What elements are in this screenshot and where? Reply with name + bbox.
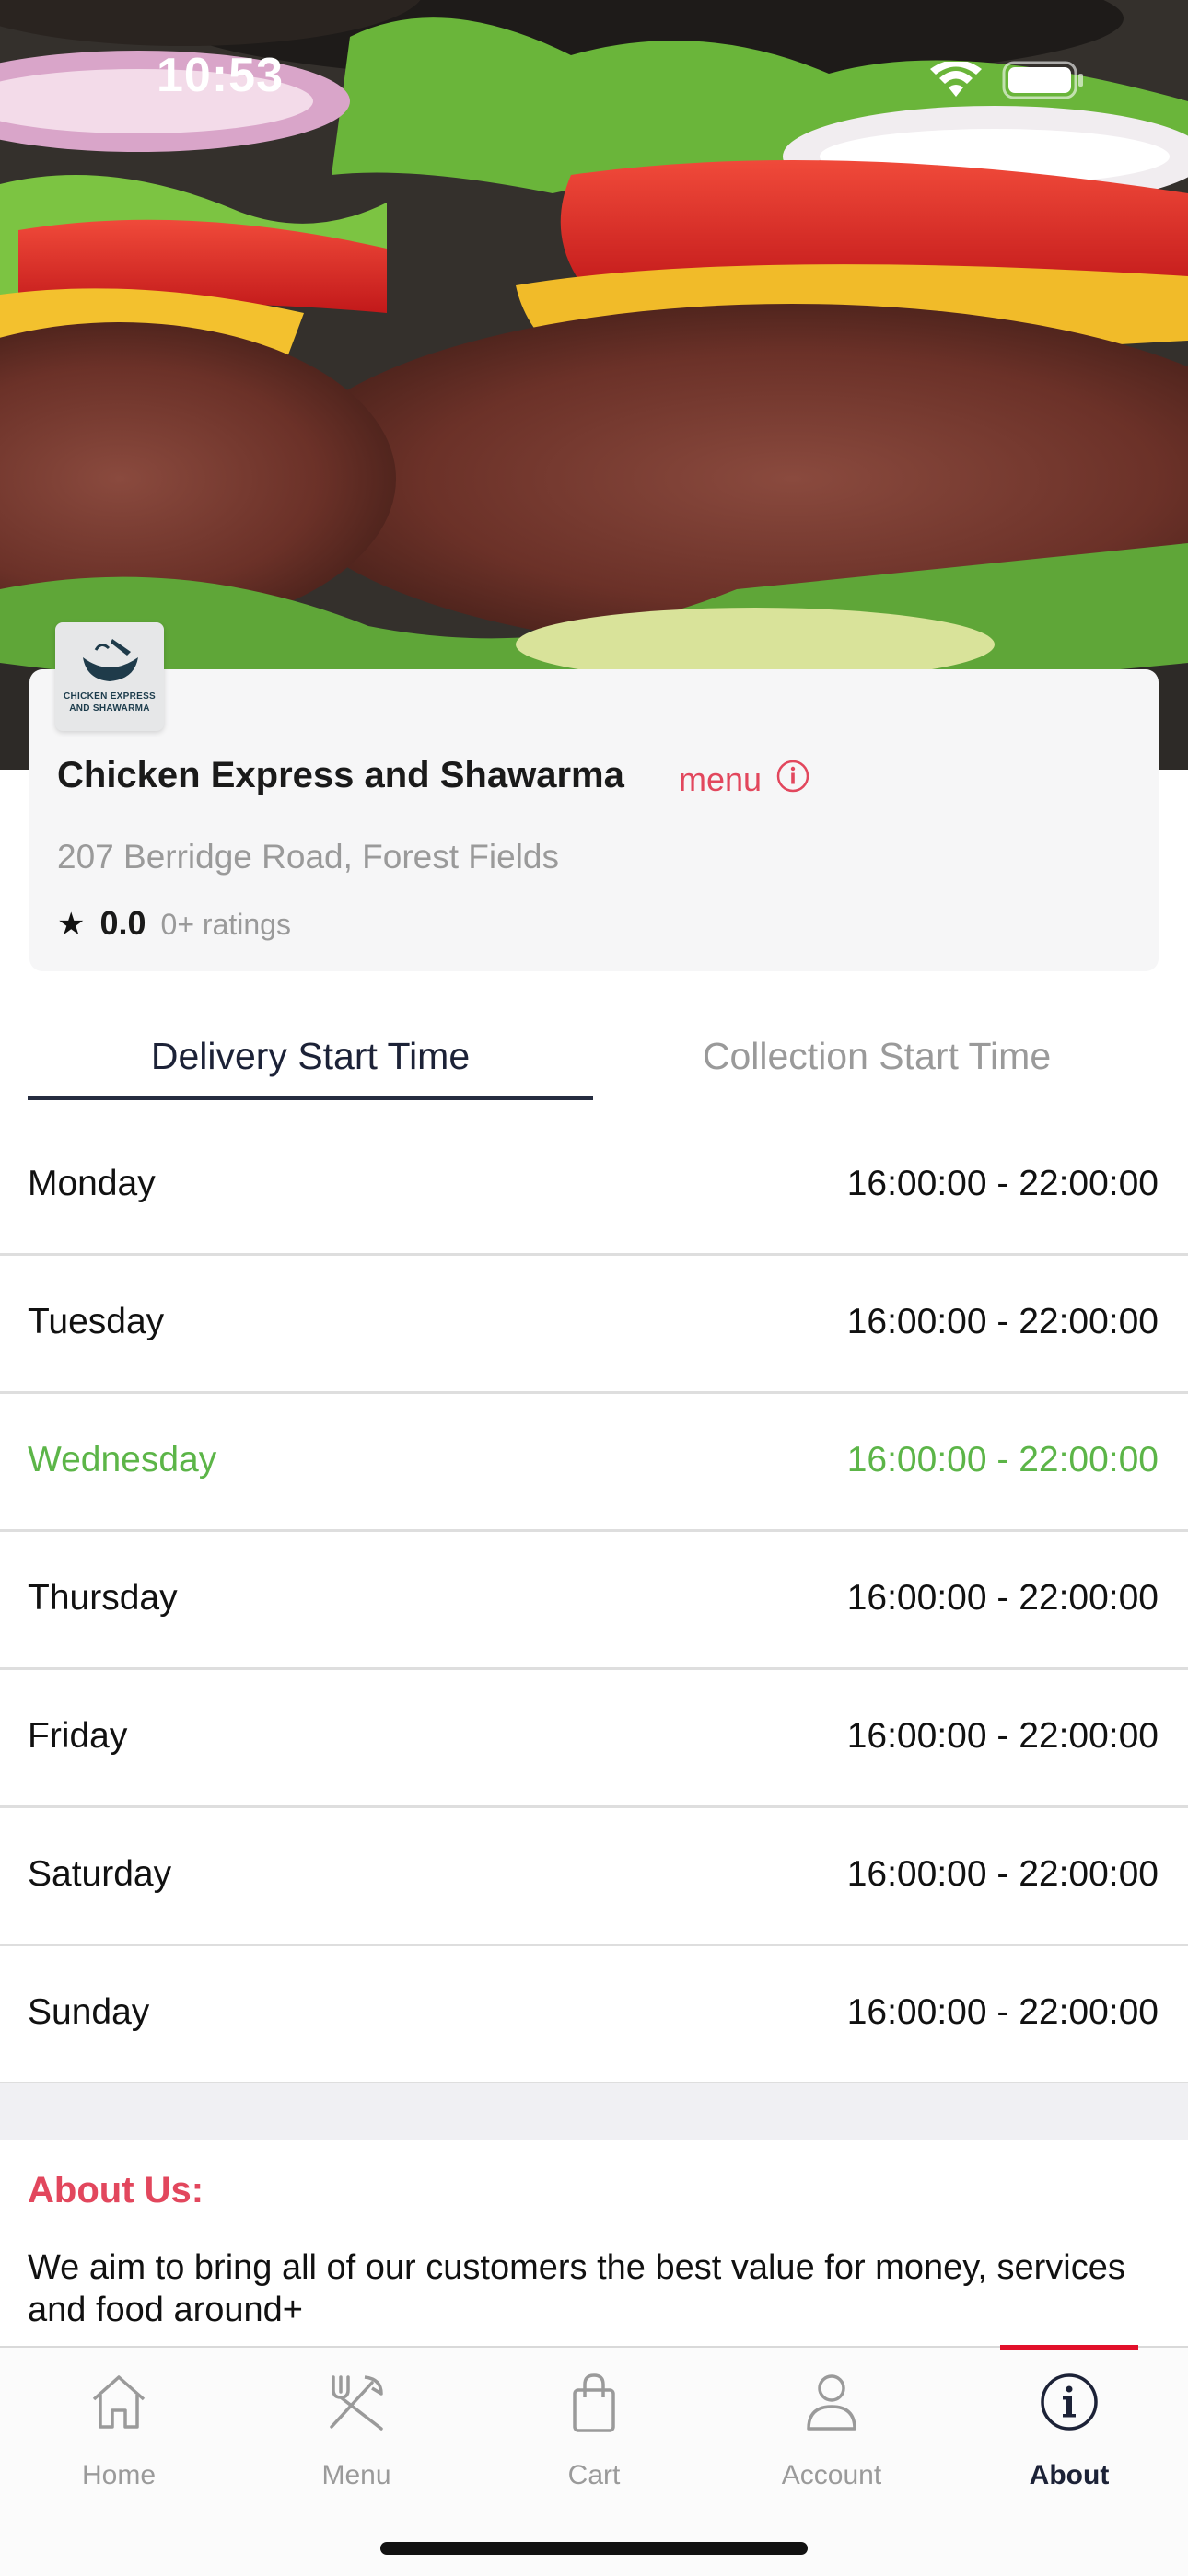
restaurant-address: 207 Berridge Road, Forest Fields [57, 838, 559, 876]
tab-menu[interactable]: Menu [238, 2348, 475, 2504]
hero-burger-image [0, 0, 1188, 770]
restaurant-name: Chicken Express and Shawarma [57, 755, 624, 795]
star-icon: ★ [57, 907, 86, 942]
home-icon [92, 2375, 146, 2429]
logo-text: CHICKEN EXPRESS AND SHAWARMA [63, 691, 157, 714]
time-range: 16:00:00 - 22:00:00 [846, 1302, 1159, 1341]
hours-row-thursday: Thursday 16:00:00 - 22:00:00 [0, 1529, 1188, 1670]
status-time: 10:53 [157, 49, 284, 102]
info-icon [1041, 2373, 1098, 2431]
tab-label: Account [781, 2460, 882, 2490]
tab-account[interactable]: Account [713, 2348, 950, 2504]
day-label: Sunday [28, 1992, 150, 2032]
day-label: Monday [28, 1164, 156, 1203]
day-label: Tuesday [28, 1302, 165, 1341]
ratings-count: 0+ ratings [160, 908, 291, 941]
day-label: Wednesday [28, 1440, 217, 1479]
hours-row-wednesday: Wednesday 16:00:00 - 22:00:00 [0, 1391, 1188, 1532]
time-range: 16:00:00 - 22:00:00 [846, 1440, 1159, 1479]
hours-row-saturday: Saturday 16:00:00 - 22:00:00 [0, 1805, 1188, 1946]
tab-label: About [1029, 2460, 1110, 2490]
tab-collection-start-time[interactable]: Collection Start Time [593, 1035, 1160, 1078]
about-title: About Us: [28, 2170, 204, 2210]
hours-row-monday: Monday 16:00:00 - 22:00:00 [0, 1115, 1188, 1256]
tab-label: Home [81, 2460, 157, 2490]
day-label: Friday [28, 1716, 128, 1756]
tab-label: Menu [321, 2460, 391, 2490]
tab-home[interactable]: Home [0, 2348, 238, 2504]
time-range: 16:00:00 - 22:00:00 [846, 1164, 1159, 1203]
shopping-bag-icon [573, 2373, 615, 2432]
menu-link[interactable]: menu [679, 760, 762, 799]
rating-value: 0.0 [99, 904, 146, 942]
hours-row-tuesday: Tuesday 16:00:00 - 22:00:00 [0, 1253, 1188, 1394]
time-range: 16:00:00 - 22:00:00 [846, 1578, 1159, 1618]
section-divider [0, 2083, 1188, 2140]
about-text: We aim to bring all of our customers the… [28, 2248, 1125, 2329]
battery-icon [1002, 61, 1083, 99]
person-icon [807, 2374, 856, 2431]
rating-row: ★ 0.0 0+ ratings [57, 904, 291, 943]
time-range: 16:00:00 - 22:00:00 [846, 1992, 1159, 2032]
wok-logo-icon [83, 639, 138, 681]
fork-knife-icon [330, 2375, 383, 2431]
home-indicator[interactable] [380, 2542, 808, 2555]
tab-cart[interactable]: Cart [475, 2348, 713, 2504]
hours-row-sunday: Sunday 16:00:00 - 22:00:00 [0, 1944, 1188, 2084]
time-range: 16:00:00 - 22:00:00 [846, 1854, 1159, 1894]
wifi-icon [930, 62, 982, 97]
status-icons [930, 61, 1085, 99]
day-label: Saturday [28, 1854, 172, 1894]
info-icon[interactable] [775, 759, 810, 794]
tab-label: Cart [567, 2460, 621, 2490]
tab-about[interactable]: About [950, 2348, 1188, 2504]
time-range: 16:00:00 - 22:00:00 [846, 1716, 1159, 1756]
tab-delivery-start-time[interactable]: Delivery Start Time [28, 1035, 593, 1078]
active-tab-underline [28, 1096, 593, 1100]
hours-row-friday: Friday 16:00:00 - 22:00:00 [0, 1667, 1188, 1808]
restaurant-logo: CHICKEN EXPRESS AND SHAWARMA [55, 622, 164, 731]
day-label: Thursday [28, 1578, 178, 1618]
